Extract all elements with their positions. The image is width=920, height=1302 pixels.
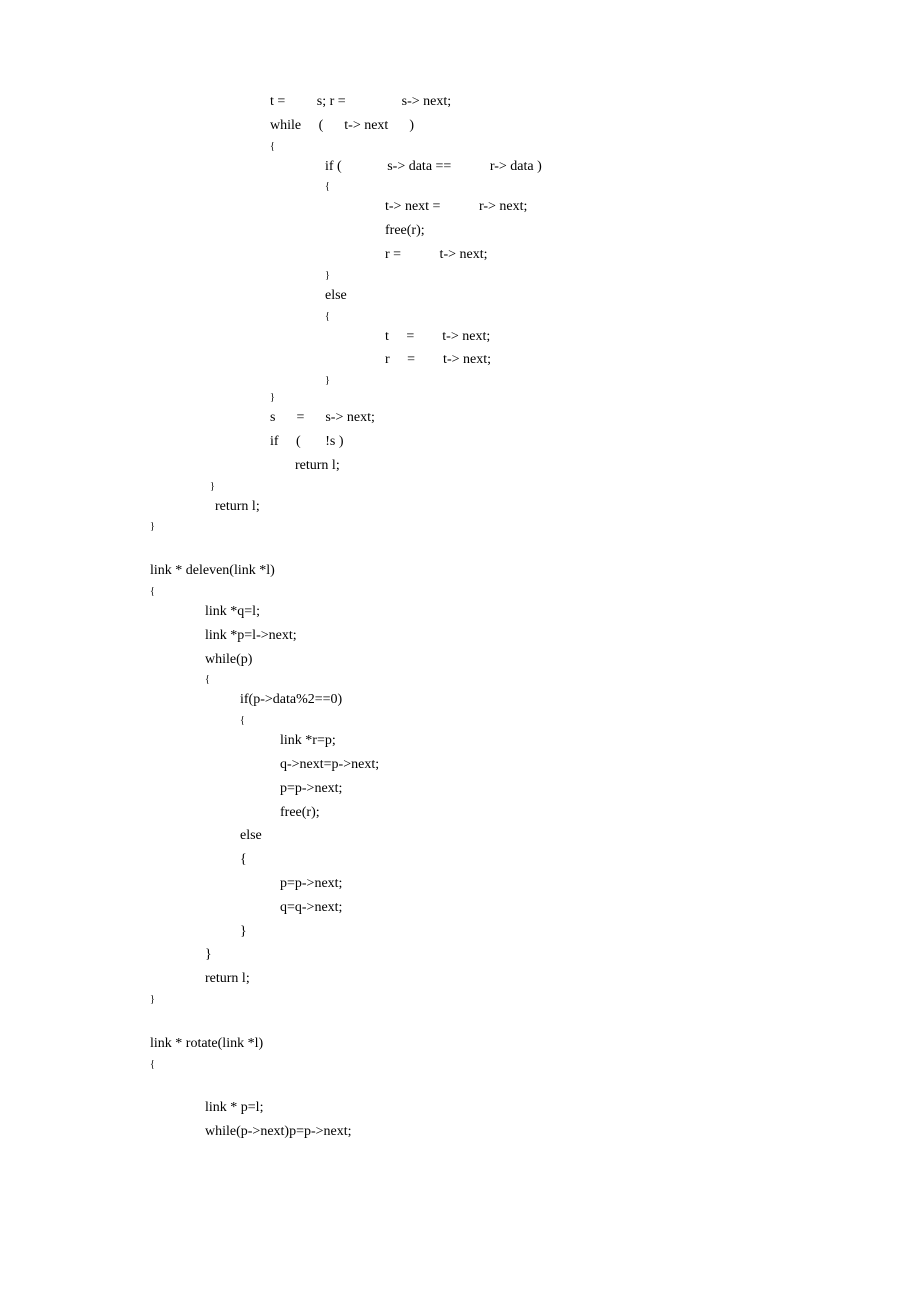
code-line: { [150,308,920,325]
code-line: } [150,920,920,944]
code-line: q=q->next; [150,896,920,920]
code-line: if ( s-> data == r-> data ) [150,155,920,179]
code-line: link * rotate(link *l) [150,1032,920,1056]
code-line: { [150,848,920,872]
code-line: while(p->next)p=p->next; [150,1120,920,1144]
code-line: if ( !s ) [150,430,920,454]
code-line: while(p) [150,648,920,672]
code-line: else [150,284,920,308]
code-line [150,1073,920,1097]
code-line: return l; [150,967,920,991]
code-line: while ( t-> next ) [150,114,920,138]
code-line: { [150,712,920,729]
code-line: free(r); [150,219,920,243]
code-line: return l; [150,454,920,478]
code-line: s = s-> next; [150,406,920,430]
code-line: if(p->data%2==0) [150,688,920,712]
code-line: link *r=p; [150,729,920,753]
code-line: } [150,389,920,406]
code-line: p=p->next; [150,777,920,801]
code-line: link * p=l; [150,1096,920,1120]
code-line: } [150,267,920,284]
code-line: { [150,178,920,195]
code-line: { [150,671,920,688]
code-line: } [150,372,920,389]
code-line: { [150,138,920,155]
code-line: link * deleven(link *l) [150,559,920,583]
code-line: } [150,991,920,1008]
code-line: link *q=l; [150,600,920,624]
code-line [150,1008,920,1032]
code-line: link *p=l->next; [150,624,920,648]
code-line: { [150,583,920,600]
code-line: t = s; r = s-> next; [150,90,920,114]
code-line: } [150,518,920,535]
code-line: } [150,478,920,495]
code-line: t = t-> next; [150,325,920,349]
code-line: return l; [150,495,920,519]
code-block: t = s; r = s-> next;while ( t-> next ){i… [150,90,920,1144]
code-line: r = t-> next; [150,348,920,372]
code-line: p=p->next; [150,872,920,896]
code-line: else [150,824,920,848]
code-line: { [150,1056,920,1073]
code-line: q->next=p->next; [150,753,920,777]
code-line [150,535,920,559]
code-line: r = t-> next; [150,243,920,267]
code-line: } [150,943,920,967]
code-line: t-> next = r-> next; [150,195,920,219]
code-line: free(r); [150,801,920,825]
